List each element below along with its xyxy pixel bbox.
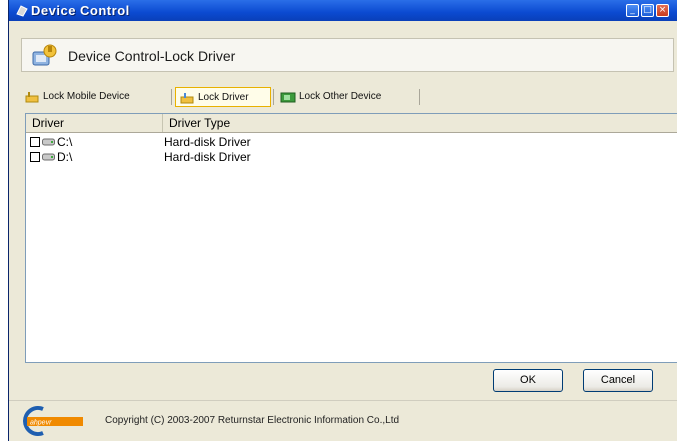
tab-label: Lock Driver [198,92,249,103]
tab-label: Lock Other Device [299,91,382,102]
tab-label: Lock Mobile Device [43,91,130,102]
tab-separator [171,89,172,105]
driver-icon [180,93,194,104]
tab-lock-mobile-device[interactable]: Lock Mobile Device [21,87,169,107]
row-checkbox[interactable] [30,137,40,147]
tab-bar: Lock Mobile Device Lock Driver Lock Othe… [21,87,674,109]
driver-list[interactable]: Driver Driver Type C:\ Hard-disk Driver … [25,113,677,363]
footer: ahpevr Copyright (C) 2003-2007 Returnsta… [9,400,677,441]
window-title: Device Control [31,3,130,18]
column-header-driver-type[interactable]: Driver Type [163,114,677,132]
device-lock-icon [32,44,57,66]
device-control-window: Device Control _ □ × Device Control-Lock… [8,0,677,441]
other-device-icon [280,92,296,103]
driver-name: D:\ [57,150,73,164]
minimize-button[interactable]: _ [626,4,639,17]
tab-lock-driver[interactable]: Lock Driver [175,87,271,107]
returnstar-logo-icon: ahpevr [23,406,83,436]
title-bar[interactable]: Device Control _ □ × [9,0,677,21]
driver-name: C:\ [57,135,73,149]
tab-separator [273,89,274,105]
cancel-button[interactable]: Cancel [583,369,653,392]
table-row[interactable]: C:\ Hard-disk Driver [26,135,677,150]
ok-button[interactable]: OK [493,369,563,392]
column-header-driver[interactable]: Driver [26,114,163,132]
header-title: Device Control-Lock Driver [68,48,236,64]
row-checkbox[interactable] [30,152,40,162]
tab-separator [419,89,420,105]
driver-type: Hard-disk Driver [164,135,251,149]
header-panel: Device Control-Lock Driver [21,38,674,72]
driver-type: Hard-disk Driver [164,150,251,164]
svg-text:ahpevr: ahpevr [30,420,52,427]
copyright-text: Copyright (C) 2003-2007 Returnstar Elect… [105,415,400,426]
app-icon [16,5,28,17]
maximize-button[interactable]: □ [641,4,654,17]
tab-lock-other-device[interactable]: Lock Other Device [277,87,417,107]
drive-icon [42,138,55,146]
drive-icon [42,153,55,161]
close-button[interactable]: × [656,4,669,17]
table-row[interactable]: D:\ Hard-disk Driver [26,150,677,165]
mobile-device-icon [25,92,39,103]
list-header: Driver Driver Type [26,114,677,133]
